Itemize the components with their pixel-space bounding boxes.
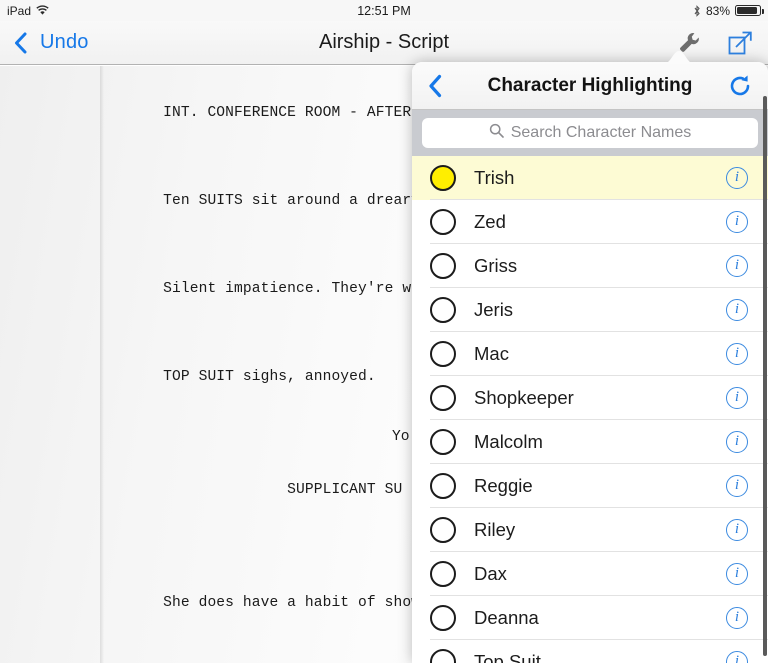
info-icon[interactable]: i bbox=[726, 607, 748, 629]
character-row[interactable]: Mac i bbox=[412, 332, 768, 376]
character-name: Mac bbox=[474, 343, 509, 364]
info-icon[interactable]: i bbox=[726, 651, 748, 663]
battery-percent-label: 83% bbox=[705, 3, 730, 18]
info-icon[interactable]: i bbox=[726, 475, 748, 497]
character-name: Shopkeeper bbox=[474, 387, 574, 408]
search-bar-container: Search Character Names bbox=[412, 110, 768, 156]
info-icon[interactable]: i bbox=[726, 431, 748, 453]
character-name: Jeris bbox=[474, 299, 514, 320]
chevron-left-icon bbox=[14, 32, 27, 54]
info-icon[interactable]: i bbox=[726, 343, 748, 365]
status-bar: iPad 12:51 PM 83% bbox=[0, 0, 768, 21]
info-icon[interactable]: i bbox=[726, 563, 748, 585]
search-input[interactable]: Search Character Names bbox=[422, 118, 758, 148]
character-name: Griss bbox=[474, 255, 518, 276]
character-row[interactable]: Reggie i bbox=[412, 464, 768, 508]
character-row[interactable]: Dax i bbox=[412, 552, 768, 596]
popover-back-button[interactable] bbox=[428, 74, 442, 98]
popover-scrollbar[interactable] bbox=[763, 96, 767, 656]
status-bar-right: 83% bbox=[693, 3, 764, 18]
color-swatch-toggle[interactable] bbox=[430, 517, 456, 543]
character-row[interactable]: Malcolm i bbox=[412, 420, 768, 464]
character-name: Trish bbox=[474, 167, 515, 188]
wifi-icon bbox=[36, 5, 49, 16]
character-row[interactable]: Riley i bbox=[412, 508, 768, 552]
character-name: Reggie bbox=[474, 475, 533, 496]
character-row[interactable]: Jeris i bbox=[412, 288, 768, 332]
share-export-icon[interactable] bbox=[726, 29, 754, 57]
color-swatch-toggle[interactable] bbox=[430, 561, 456, 587]
color-swatch-toggle[interactable] bbox=[430, 473, 456, 499]
refresh-icon[interactable] bbox=[728, 74, 752, 98]
character-name: Deanna bbox=[474, 607, 539, 628]
color-swatch-toggle[interactable] bbox=[430, 209, 456, 235]
bluetooth-icon bbox=[693, 4, 701, 17]
info-icon[interactable]: i bbox=[726, 211, 748, 233]
character-row[interactable]: Griss i bbox=[412, 244, 768, 288]
color-swatch-toggle[interactable] bbox=[430, 605, 456, 631]
search-icon bbox=[489, 123, 504, 143]
script-line: INT. CONFERENCE ROOM - AFTERNOON bbox=[163, 105, 447, 121]
color-swatch-toggle[interactable] bbox=[430, 429, 456, 455]
popover-title: Character Highlighting bbox=[487, 74, 693, 96]
color-swatch-toggle[interactable] bbox=[430, 385, 456, 411]
dual-dialogue-column: Yo bbox=[392, 429, 410, 445]
character-name: Dax bbox=[474, 563, 507, 584]
color-swatch-toggle[interactable] bbox=[430, 649, 456, 663]
battery-icon bbox=[735, 5, 764, 16]
info-icon[interactable]: i bbox=[726, 299, 748, 321]
character-name: Malcolm bbox=[474, 431, 543, 452]
character-name: Top Suit bbox=[474, 651, 541, 663]
status-bar-left: iPad bbox=[7, 4, 49, 18]
character-name: Riley bbox=[474, 519, 516, 540]
battery-fill bbox=[737, 7, 757, 14]
clock: 12:51 PM bbox=[357, 3, 411, 18]
device-label: iPad bbox=[7, 3, 32, 18]
color-swatch-toggle[interactable] bbox=[430, 165, 456, 191]
info-icon[interactable]: i bbox=[726, 387, 748, 409]
popover-header: Character Highlighting bbox=[412, 62, 768, 110]
character-row[interactable]: Trish i bbox=[412, 156, 768, 200]
search-placeholder: Search Character Names bbox=[510, 124, 692, 141]
character-row[interactable]: Shopkeeper i bbox=[412, 376, 768, 420]
page-title: Airship - Script bbox=[318, 31, 450, 53]
character-row[interactable]: Top Suit i bbox=[412, 640, 768, 663]
navigation-bar: Undo Airship - Script bbox=[0, 21, 768, 65]
character-name: Zed bbox=[474, 211, 506, 232]
page-left-shadow bbox=[100, 66, 104, 663]
color-swatch-toggle[interactable] bbox=[430, 341, 456, 367]
app-root: iPad 12:51 PM 83% Undo Airship - Script … bbox=[0, 0, 768, 663]
info-icon[interactable]: i bbox=[726, 255, 748, 277]
popover-arrow bbox=[663, 51, 695, 64]
character-row[interactable]: Zed i bbox=[412, 200, 768, 244]
info-icon[interactable]: i bbox=[726, 519, 748, 541]
color-swatch-toggle[interactable] bbox=[430, 297, 456, 323]
character-list[interactable]: Trish i Zed i Griss i Jeris i Mac i Shopkeeper i Mal… bbox=[412, 156, 768, 663]
info-icon[interactable]: i bbox=[726, 167, 748, 189]
undo-back-button[interactable]: Undo bbox=[14, 31, 89, 54]
color-swatch-toggle[interactable] bbox=[430, 253, 456, 279]
character-row[interactable]: Deanna i bbox=[412, 596, 768, 640]
script-line: TOP SUIT sighs, annoyed. bbox=[163, 369, 376, 385]
character-highlighting-popover: Character Highlighting Search Character … bbox=[412, 62, 768, 663]
undo-label: Undo bbox=[40, 31, 89, 53]
